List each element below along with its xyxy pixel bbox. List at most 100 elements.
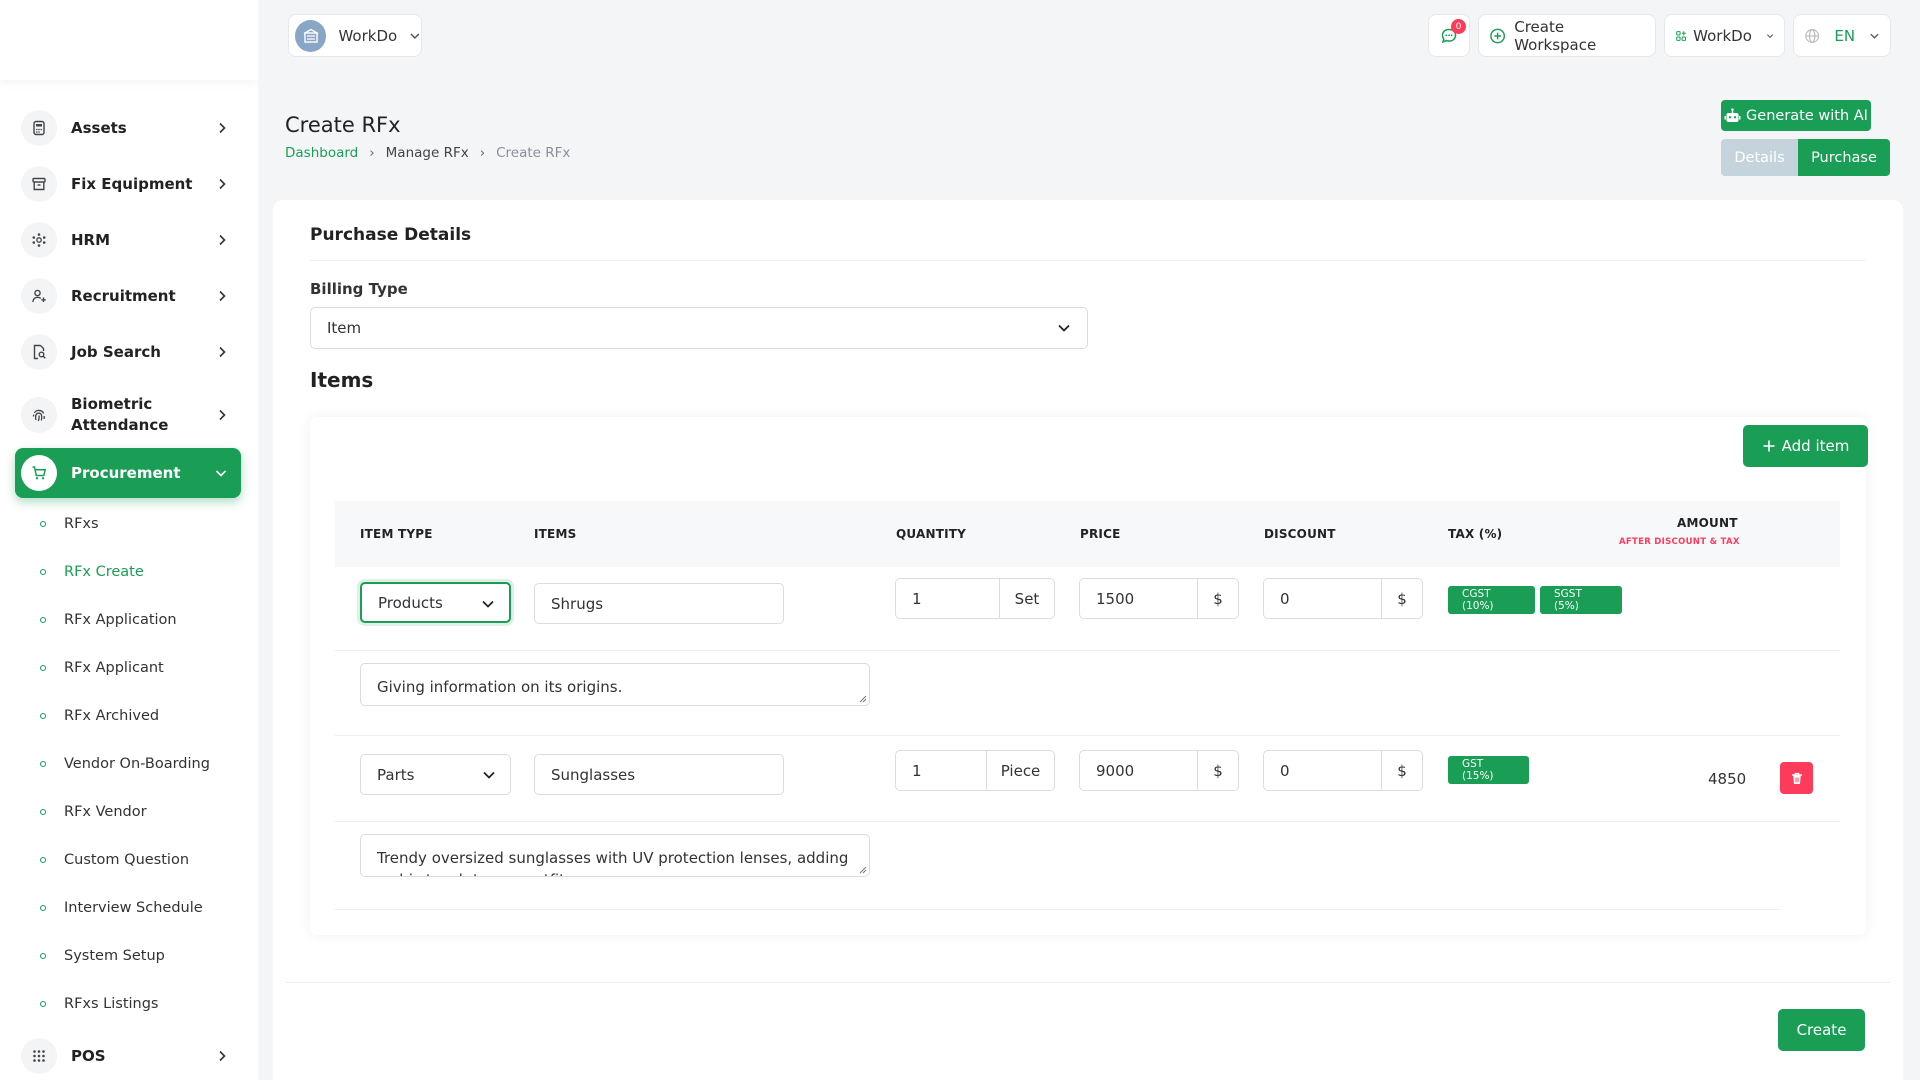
price-input[interactable]: 9000 $ bbox=[1079, 750, 1239, 791]
submenu-label: Custom Question bbox=[64, 852, 190, 868]
sidebar-item-recruitment[interactable]: Recruitment bbox=[15, 272, 241, 320]
purchase-details-card: Purchase Details Billing Type Item Items… bbox=[273, 200, 1903, 1080]
bullet-icon bbox=[40, 1001, 46, 1007]
column-header-amount: AMOUNT bbox=[1677, 516, 1738, 530]
sidebar-item-biometric-attendance[interactable]: Biometric Attendance bbox=[15, 386, 241, 444]
submenu-item-system-setup[interactable]: System Setup bbox=[40, 941, 165, 971]
globe-icon bbox=[1805, 28, 1820, 43]
generate-with-ai-label: Generate with AI bbox=[1746, 107, 1868, 124]
unit-addon: Set bbox=[999, 579, 1054, 618]
sidebar-item-label: HRM bbox=[71, 230, 111, 249]
grid-icon bbox=[21, 1038, 57, 1074]
tab-purchase[interactable]: Purchase bbox=[1798, 139, 1890, 176]
chevron-down-icon bbox=[482, 600, 494, 608]
section-divider bbox=[310, 260, 1865, 261]
breadcrumb-dashboard[interactable]: Dashboard bbox=[285, 145, 358, 161]
form-tabs: Details Purchase bbox=[1721, 139, 1890, 176]
submenu-item-rfxs[interactable]: RFxs bbox=[40, 509, 99, 539]
create-button[interactable]: Create bbox=[1778, 1009, 1865, 1051]
sidebar-item-assets[interactable]: Assets bbox=[15, 104, 241, 152]
discount-value: 0 bbox=[1280, 589, 1290, 608]
tax-chip-sgst: SGST (5%) bbox=[1540, 586, 1622, 614]
row-divider bbox=[335, 909, 1780, 910]
sidebar-item-procurement[interactable]: Procurement bbox=[15, 448, 241, 498]
footer-divider bbox=[285, 982, 1891, 983]
chevron-right-icon bbox=[219, 409, 226, 421]
price-input[interactable]: 1500 $ bbox=[1079, 578, 1239, 619]
item-name-input[interactable]: Sunglasses bbox=[534, 754, 784, 795]
table-header: ITEM TYPE ITEMS QUANTITY PRICE DISCOUNT … bbox=[335, 501, 1840, 567]
column-header-items: ITEMS bbox=[534, 527, 577, 541]
sidebar-item-job-search[interactable]: Job Search bbox=[15, 328, 241, 376]
chevron-down-icon bbox=[1766, 33, 1774, 38]
sidebar-item-label: POS bbox=[71, 1046, 106, 1065]
submenu-item-rfxs-listings[interactable]: RFxs Listings bbox=[40, 989, 158, 1019]
submenu-label: RFx Application bbox=[64, 612, 177, 628]
bullet-icon bbox=[40, 761, 46, 767]
item-description-value: Trendy oversized sunglasses with UV prot… bbox=[377, 849, 849, 876]
currency-addon: $ bbox=[1381, 751, 1422, 790]
submenu-item-rfx-application[interactable]: RFx Application bbox=[40, 605, 177, 635]
chevron-down-icon bbox=[1870, 33, 1879, 39]
bullet-icon bbox=[40, 953, 46, 959]
submenu-item-interview-schedule[interactable]: Interview Schedule bbox=[40, 893, 203, 923]
item-type-select[interactable]: Parts bbox=[360, 754, 511, 795]
tax-chip-gst: GST (15%) bbox=[1448, 756, 1529, 784]
item-type-value: Products bbox=[378, 593, 443, 612]
quantity-value: 1 bbox=[912, 589, 922, 608]
submenu-label: RFxs Listings bbox=[64, 996, 159, 1012]
submenu-item-rfx-create[interactable]: RFx Create bbox=[40, 557, 144, 587]
page-title: Create RFx bbox=[285, 113, 401, 137]
messages-button[interactable]: 0 bbox=[1428, 14, 1470, 57]
discount-input[interactable]: 0 $ bbox=[1263, 578, 1423, 619]
create-workspace-button[interactable]: Create Workspace bbox=[1478, 14, 1656, 57]
column-header-tax: TAX (%) bbox=[1448, 527, 1503, 541]
resize-handle-icon bbox=[859, 695, 867, 703]
currency-addon: $ bbox=[1197, 579, 1238, 618]
submenu-item-rfx-applicant[interactable]: RFx Applicant bbox=[40, 653, 164, 683]
submenu-label: RFx Create bbox=[64, 564, 144, 580]
submenu-item-rfx-archived[interactable]: RFx Archived bbox=[40, 701, 159, 731]
billing-type-select[interactable]: Item bbox=[310, 307, 1088, 349]
breadcrumb: Dashboard › Manage RFx › Create RFx bbox=[285, 145, 570, 161]
column-header-discount: DISCOUNT bbox=[1264, 527, 1336, 541]
submenu-label: RFxs bbox=[64, 516, 99, 532]
column-header-amount-sub: AFTER DISCOUNT & TAX bbox=[1619, 537, 1740, 547]
item-name-input[interactable]: Shrugs bbox=[534, 583, 784, 624]
robot-icon bbox=[1724, 107, 1741, 122]
workspace-selector[interactable]: WorkDo bbox=[288, 14, 422, 57]
sidebar-item-label: Assets bbox=[71, 118, 127, 137]
add-item-button[interactable]: Add item bbox=[1743, 425, 1868, 467]
discount-input[interactable]: 0 $ bbox=[1263, 750, 1423, 791]
create-workspace-label: Create Workspace bbox=[1514, 17, 1597, 54]
delete-row-button[interactable] bbox=[1780, 762, 1813, 794]
chevron-right-icon bbox=[219, 122, 226, 134]
price-value: 9000 bbox=[1096, 761, 1135, 780]
item-description-textarea[interactable]: Trendy oversized sunglasses with UV prot… bbox=[360, 834, 870, 877]
items-table: Add item ITEM TYPE ITEMS QUANTITY PRICE … bbox=[310, 417, 1868, 935]
unit-addon: Piece bbox=[986, 751, 1054, 790]
chevron-right-icon bbox=[219, 346, 226, 358]
add-item-label: Add item bbox=[1781, 437, 1850, 455]
column-header-item-type: ITEM TYPE bbox=[360, 527, 433, 541]
submenu-label: RFx Vendor bbox=[64, 804, 147, 820]
quantity-input[interactable]: 1 Piece bbox=[895, 750, 1055, 791]
submenu-item-rfx-vendor[interactable]: RFx Vendor bbox=[40, 797, 147, 827]
generate-with-ai-button[interactable]: Generate with AI bbox=[1721, 100, 1871, 131]
language-selector[interactable]: EN bbox=[1793, 14, 1891, 57]
workspace-switch-button[interactable]: WorkDo bbox=[1664, 14, 1785, 57]
item-description-textarea[interactable]: Giving information on its origins. bbox=[360, 663, 870, 706]
quantity-input[interactable]: 1 Set bbox=[895, 578, 1055, 619]
breadcrumb-manage-rfx[interactable]: Manage RFx bbox=[386, 145, 469, 161]
sidebar-item-pos[interactable]: POS bbox=[15, 1032, 241, 1080]
tab-details[interactable]: Details bbox=[1721, 139, 1798, 176]
breadcrumb-current: Create RFx bbox=[496, 145, 571, 161]
sidebar-item-fix-equipment[interactable]: Fix Equipment bbox=[15, 160, 241, 208]
item-type-select[interactable]: Products bbox=[360, 582, 511, 623]
billing-type-label: Billing Type bbox=[310, 280, 408, 298]
submenu-item-custom-question[interactable]: Custom Question bbox=[40, 845, 189, 875]
bullet-icon bbox=[40, 905, 46, 911]
submenu-item-vendor-onboarding[interactable]: Vendor On-Boarding bbox=[40, 749, 210, 779]
quantity-value: 1 bbox=[912, 761, 922, 780]
sidebar-item-hrm[interactable]: HRM bbox=[15, 216, 241, 264]
